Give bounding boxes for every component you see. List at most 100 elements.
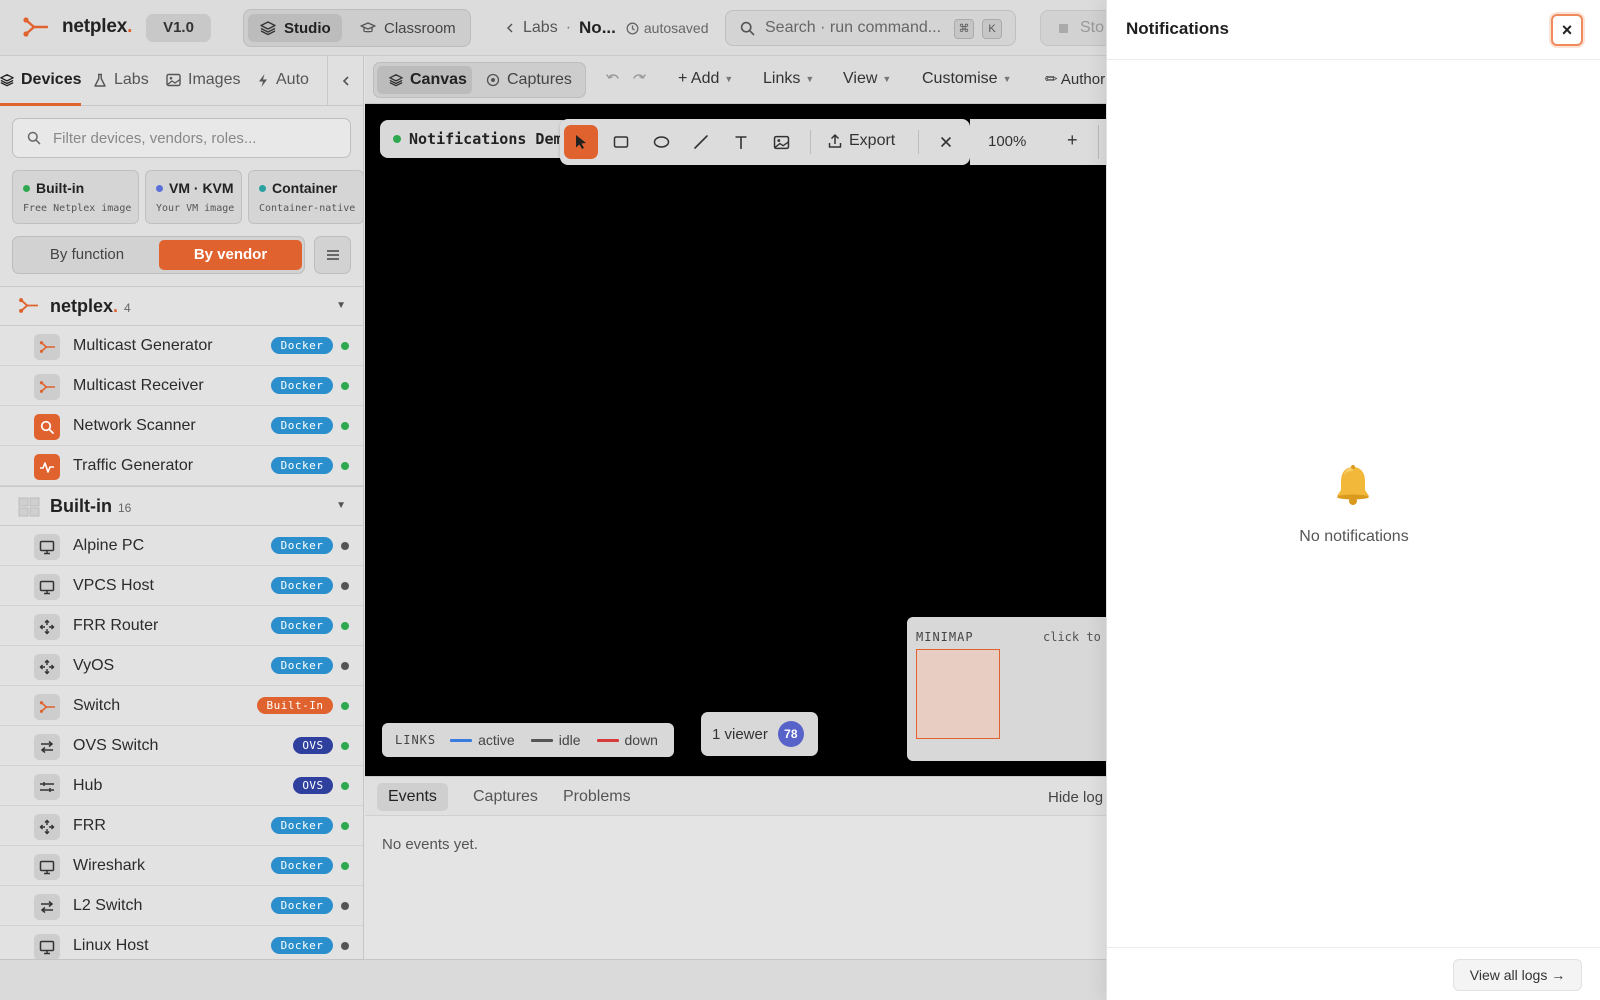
rectangle-tool[interactable]	[604, 125, 638, 159]
tab-labs[interactable]: Labs	[93, 71, 149, 89]
device-row[interactable]: Hub OVS	[0, 766, 363, 806]
viewer-count: 1 viewer	[712, 725, 768, 743]
device-list: netplex. 4 ▼ Multicast Generator Docker Multi…	[0, 286, 363, 959]
caret-down-icon[interactable]: ▼	[336, 500, 346, 511]
links-legend: LINKS active idle down	[382, 723, 674, 757]
group-by-function-button[interactable]: By function	[17, 240, 157, 270]
device-row[interactable]: Linux Host Docker	[0, 926, 363, 959]
view-canvas-button[interactable]: Canvas	[377, 66, 472, 94]
device-row[interactable]: Multicast Receiver Docker	[0, 366, 363, 406]
toolbar-divider	[810, 130, 811, 154]
device-row[interactable]: Wireshark Docker	[0, 846, 363, 886]
type-color-dot	[259, 184, 266, 192]
lab-title-pill[interactable]: Notifications Demo	[380, 120, 570, 158]
select-tool[interactable]	[564, 125, 598, 159]
device-type-badge: Docker	[271, 417, 333, 434]
device-row[interactable]: Multicast Generator Docker	[0, 326, 363, 366]
type-card-vm-kvm[interactable]: VM · KVM Your VM image	[145, 170, 242, 224]
list-options-button[interactable]	[314, 236, 351, 274]
image-icon	[773, 135, 789, 149]
tab-problems[interactable]: Problems	[552, 783, 642, 811]
mode-studio-button[interactable]: Studio	[248, 14, 342, 42]
links-menu[interactable]: Links ▼	[763, 70, 814, 88]
tab-captures[interactable]: Captures	[462, 783, 549, 811]
caret-down-icon[interactable]: ▼	[336, 300, 346, 311]
type-color-dot	[156, 184, 163, 192]
device-name: VPCS Host	[73, 577, 154, 594]
caret-down-icon: ▼	[882, 74, 892, 84]
section-header[interactable]: netplex. 4 ▼	[0, 286, 363, 326]
type-card-container[interactable]: Container Container-native	[248, 170, 363, 224]
zoom-in-button[interactable]: +	[1067, 130, 1078, 151]
device-row[interactable]: L2 Switch Docker	[0, 886, 363, 926]
tab-devices[interactable]: Devices	[0, 71, 82, 89]
hide-log-button[interactable]: Hide log	[1048, 789, 1103, 806]
caret-down-icon: ▼	[1002, 74, 1012, 84]
upload-icon	[828, 134, 842, 148]
undo-redo	[605, 72, 657, 84]
customise-menu[interactable]: Customise ▼	[922, 70, 1012, 88]
ellipse-icon	[653, 136, 669, 148]
device-status-dot	[341, 862, 349, 870]
device-type-badge: Docker	[271, 857, 333, 874]
minimap-viewport[interactable]	[916, 649, 1000, 739]
device-row[interactable]: FRR Router Docker	[0, 606, 363, 646]
device-row[interactable]: Switch Built-In	[0, 686, 363, 726]
view-menu[interactable]: View ▼	[843, 70, 891, 88]
device-row[interactable]: Traffic Generator Docker	[0, 446, 363, 486]
notifications-panel: Notifications × No notifications View al…	[1106, 0, 1600, 1000]
device-status-dot	[341, 702, 349, 710]
version-badge[interactable]: V1.0	[146, 14, 211, 42]
line-tool[interactable]	[684, 125, 718, 159]
tab-auto[interactable]: Auto	[257, 71, 309, 89]
collapse-sidebar-button[interactable]	[327, 56, 363, 106]
device-type-badge: Docker	[271, 377, 333, 394]
redo-icon[interactable]	[631, 72, 647, 84]
view-captures-button[interactable]: Captures	[476, 66, 582, 94]
ellipse-tool[interactable]	[644, 125, 678, 159]
active-tab-indicator	[0, 103, 81, 106]
breadcrumb-lab-name[interactable]: No...	[579, 18, 616, 38]
mode-classroom-button[interactable]: Classroom	[348, 14, 466, 42]
device-type-badge: Built-In	[257, 697, 333, 714]
section-header[interactable]: Built-in 16 ▼	[0, 486, 363, 526]
search-placeholder: Search · run command...	[765, 19, 942, 36]
viewers-indicator[interactable]: 1 viewer 78	[701, 712, 818, 756]
text-tool[interactable]	[724, 125, 758, 159]
device-row[interactable]: Network Scanner Docker	[0, 406, 363, 446]
tab-images[interactable]: Images	[166, 71, 240, 89]
zoom-level[interactable]: 100%	[988, 133, 1026, 150]
group-by-vendor-button[interactable]: By vendor	[159, 240, 302, 270]
image-tool[interactable]	[764, 125, 798, 159]
device-row[interactable]: VyOS Docker	[0, 646, 363, 686]
section-title: Built-in 16	[50, 496, 132, 516]
netplex-logo-icon	[19, 298, 38, 313]
export-button[interactable]: Export	[828, 132, 895, 150]
device-type-badge: Docker	[271, 897, 333, 914]
breadcrumb-labs-link[interactable]: Labs	[523, 19, 558, 37]
layers-icon	[260, 21, 276, 36]
command-search-input[interactable]: Search · run command... ⌘ K	[725, 10, 1016, 46]
author-mode-button[interactable]: ✏ Author	[1045, 70, 1105, 88]
close-icon	[941, 137, 951, 147]
app-name: netplex.	[62, 16, 133, 37]
undo-icon[interactable]	[605, 72, 621, 84]
device-row[interactable]: FRR Docker	[0, 806, 363, 846]
chevron-left-icon[interactable]	[505, 22, 515, 34]
app-logo[interactable]: netplex.	[22, 16, 132, 38]
type-card-built-in[interactable]: Built-in Free Netplex image	[12, 170, 139, 224]
device-row[interactable]: VPCS Host Docker	[0, 566, 363, 606]
device-row[interactable]: Alpine PC Docker	[0, 526, 363, 566]
shortcut-cmd-key: ⌘	[954, 19, 974, 39]
rectangle-icon	[613, 136, 629, 148]
device-filter-input[interactable]: Filter devices, vendors, roles...	[12, 118, 351, 158]
close-toolbar-button[interactable]	[929, 125, 963, 159]
switch-icon	[34, 894, 60, 920]
tab-events[interactable]: Events	[377, 783, 448, 811]
device-row[interactable]: OVS Switch OVS	[0, 726, 363, 766]
add-menu[interactable]: + Add ▼	[678, 70, 733, 88]
lightning-icon	[259, 73, 267, 87]
minimap[interactable]: MINIMAP click to	[907, 617, 1127, 761]
close-notifications-button[interactable]: ×	[1551, 14, 1583, 46]
view-all-logs-button[interactable]: View all logs →	[1453, 959, 1582, 991]
